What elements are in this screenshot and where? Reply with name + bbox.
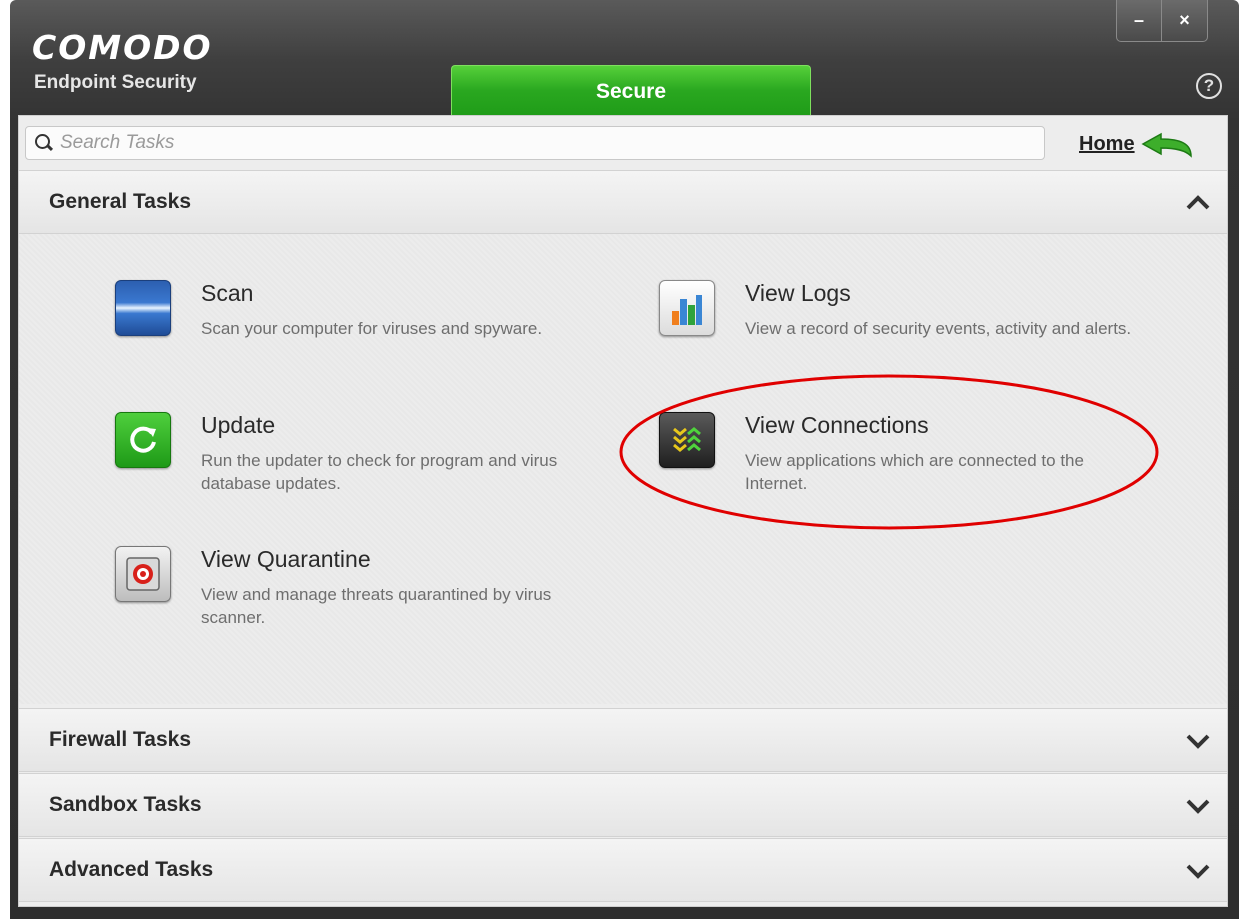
search-icon (34, 132, 56, 154)
task-scan-description: Scan your computer for viruses and spywa… (201, 319, 543, 338)
brand-logo: COMODO (32, 28, 213, 67)
scan-icon (115, 280, 171, 336)
quarantine-glyph (126, 557, 160, 591)
task-view-quarantine-description: View and manage threats quarantined by v… (201, 585, 552, 627)
help-icon[interactable]: ? (1196, 73, 1222, 99)
section-sandbox-title: Sandbox Tasks (49, 793, 202, 816)
search-input[interactable] (60, 132, 960, 154)
status-tab[interactable]: Secure (451, 65, 811, 120)
tasks-panel: Home General Tasks Scan Scan your comput… (18, 115, 1228, 907)
task-view-quarantine[interactable]: View Quarantine View and manage threats … (115, 546, 601, 629)
section-sandbox-header[interactable]: Sandbox Tasks (19, 773, 1227, 837)
task-view-logs-description: View a record of security events, activi… (745, 319, 1132, 338)
task-update-title: Update (201, 412, 276, 438)
section-firewall-title: Firewall Tasks (49, 728, 192, 751)
section-general-title: General Tasks (49, 190, 192, 213)
task-view-connections-title: View Connections (745, 412, 929, 438)
task-scan-title: Scan (201, 280, 254, 306)
task-view-quarantine-title: View Quarantine (201, 546, 371, 572)
task-view-connections-description: View applications which are connected to… (745, 451, 1084, 493)
chevron-down-icon[interactable] (1183, 859, 1213, 883)
task-update-description: Run the updater to check for program and… (201, 451, 558, 493)
task-scan[interactable]: Scan Scan your computer for viruses and … (115, 280, 601, 340)
home-arrow-icon (1141, 132, 1192, 158)
connections-icon (659, 412, 715, 468)
task-view-logs-title: View Logs (745, 280, 851, 306)
quarantine-icon (115, 546, 171, 602)
home-label: Home (1079, 132, 1135, 155)
close-button[interactable]: × (1162, 0, 1208, 42)
section-firewall-header[interactable]: Firewall Tasks (19, 708, 1227, 772)
task-view-connections[interactable]: View Connections View applications which… (659, 412, 1145, 495)
task-view-logs[interactable]: View Logs View a record of security even… (659, 280, 1145, 340)
chevron-up-icon[interactable] (1183, 191, 1213, 215)
search-bar[interactable] (25, 126, 1045, 160)
task-update[interactable]: Update Run the updater to check for prog… (115, 412, 601, 495)
bar-chart-icon (659, 280, 715, 336)
chevron-down-icon[interactable] (1183, 794, 1213, 818)
refresh-glyph (130, 426, 156, 453)
minimize-button[interactable]: – (1116, 0, 1162, 42)
section-general-body: Scan Scan your computer for viruses and … (19, 234, 1227, 704)
window-controls: – × (1116, 0, 1208, 42)
section-general-header[interactable]: General Tasks (19, 170, 1227, 234)
bar-chart-glyph (672, 295, 702, 325)
product-name: Endpoint Security (34, 72, 197, 93)
section-advanced-header[interactable]: Advanced Tasks (19, 838, 1227, 902)
connections-glyph (673, 427, 701, 452)
chevron-down-icon[interactable] (1183, 729, 1213, 753)
refresh-icon (115, 412, 171, 468)
section-advanced-title: Advanced Tasks (49, 858, 214, 881)
home-link[interactable]: Home (1079, 130, 1197, 158)
